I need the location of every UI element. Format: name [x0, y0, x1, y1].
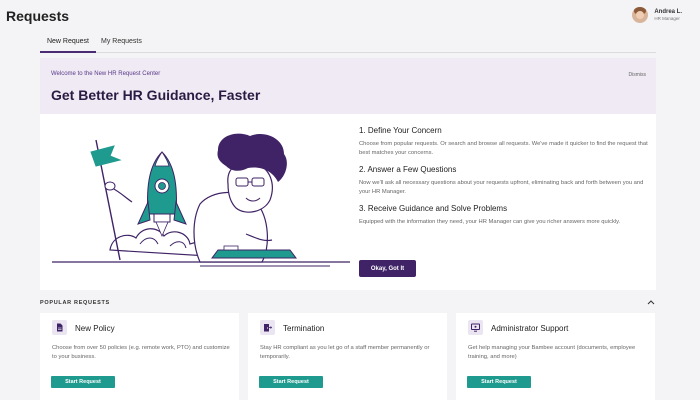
popular-card-administrator-support: Administrator Support Get help managing … — [456, 313, 655, 400]
rocket-illustration — [52, 133, 350, 267]
card-description: Stay HR compliant as you let go of a sta… — [260, 345, 430, 360]
card-description: Get help managing your Bambee account (d… — [468, 345, 636, 360]
intro-card: 1. Define Your Concern Choose from popul… — [40, 114, 656, 290]
welcome-subtitle: Welcome to the New HR Request Center — [51, 71, 161, 77]
user-role: HR Manager — [654, 16, 680, 21]
card-title: Administrator Support — [491, 324, 569, 333]
user-name: Andrea L. — [654, 9, 682, 15]
step-2-title: 2. Answer a Few Questions — [359, 165, 457, 174]
page-title: Requests — [6, 8, 70, 24]
avatar — [632, 7, 649, 23]
step-3-title: 3. Receive Guidance and Solve Problems — [359, 204, 508, 213]
document-icon — [52, 320, 67, 335]
popular-card-termination: Termination Stay HR compliant as you let… — [248, 313, 447, 400]
door-exit-icon — [260, 320, 275, 335]
user-info: Andrea L. HR Manager — [654, 9, 682, 21]
steps-list: 1. Define Your Concern Choose from popul… — [359, 126, 649, 234]
chevron-up-icon[interactable] — [646, 297, 656, 307]
user-menu[interactable]: Andrea L. HR Manager — [632, 7, 682, 23]
start-request-button[interactable]: Start Request — [467, 376, 531, 388]
card-title: Termination — [283, 324, 325, 333]
step-3-text: Equipped with the information they need,… — [359, 219, 621, 225]
dismiss-link[interactable]: Dismiss — [629, 72, 647, 78]
start-request-button[interactable]: Start Request — [259, 376, 323, 388]
card-title: New Policy — [75, 324, 115, 333]
tab-my-requests[interactable]: My Requests — [101, 37, 142, 53]
welcome-title: Get Better HR Guidance, Faster — [51, 87, 261, 103]
popular-card-new-policy: New Policy Choose from over 50 policies … — [40, 313, 239, 400]
step-1-title: 1. Define Your Concern — [359, 126, 442, 135]
step-2-text: Now we'll ask all necessary questions ab… — [359, 180, 644, 195]
card-description: Choose from over 50 policies (e.g. remot… — [52, 345, 230, 360]
welcome-banner: Welcome to the New HR Request Center Dis… — [40, 58, 656, 114]
tab-bar: New Request My Requests — [40, 37, 656, 53]
start-request-button[interactable]: Start Request — [51, 376, 115, 388]
okay-got-it-button[interactable]: Okay, Got It — [359, 260, 416, 277]
tab-new-request[interactable]: New Request — [40, 37, 96, 53]
monitor-icon — [468, 320, 483, 335]
popular-requests-heading: POPULAR REQUESTS — [40, 300, 110, 306]
step-1-text: Choose from popular requests. Or search … — [359, 141, 648, 156]
